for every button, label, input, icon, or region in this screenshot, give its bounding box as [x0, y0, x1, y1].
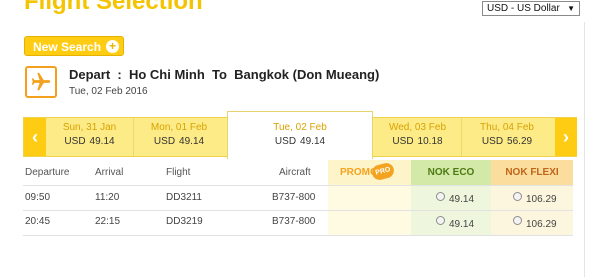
date-label: Thu, 04 Feb	[480, 122, 534, 133]
date-tab-thu-04-feb[interactable]: Thu, 04 Feb USD 56.29	[463, 118, 551, 156]
date-price: USD 10.18	[392, 136, 443, 147]
plus-icon: +	[106, 40, 120, 53]
date-price: USD 56.29	[481, 136, 533, 147]
arrival-time: 22:15	[95, 216, 121, 227]
flight-selection-page: Flight Selection USD - US Dollar ▼ New S…	[0, 0, 600, 277]
row-divider	[23, 210, 573, 211]
header-departure: Departure	[25, 167, 70, 178]
departure-time: 20:45	[25, 216, 51, 227]
header-aircraft: Aircraft	[279, 167, 311, 178]
header-promo: PROMO	[328, 160, 411, 185]
header-arrival: Arrival	[95, 167, 124, 178]
header-nok-eco: NOK ECO	[411, 160, 491, 185]
aircraft-type: B737-800	[272, 192, 316, 203]
dropdown-arrow-icon: ▼	[567, 4, 575, 13]
flight-number: DD3219	[166, 216, 203, 227]
date-label: Tue, 02 Feb	[273, 122, 327, 133]
date-tab-wed-03-feb[interactable]: Wed, 03 Feb USD 10.18	[374, 118, 462, 156]
right-divider	[584, 22, 585, 277]
table-bottom-border	[23, 235, 573, 236]
route-title: Depart : Ho Chi Minh To Bangkok (Don Mue…	[69, 67, 380, 82]
row-divider	[23, 185, 573, 186]
date-tab-mon-01-feb[interactable]: Mon, 01 Feb USD 49.14	[135, 118, 223, 156]
nok-eco-radio[interactable]	[436, 216, 445, 225]
date-tab-sun-31-jan[interactable]: Sun, 31 Jan USD 49.14	[46, 118, 134, 156]
nok-flexi-price: 106.29	[526, 219, 557, 230]
date-label: Sun, 31 Jan	[62, 122, 117, 133]
date-tab-tue-02-feb-selected[interactable]: Tue, 02 Feb USD 49.14	[227, 111, 373, 159]
header-flight: Flight	[166, 167, 191, 178]
nok-flexi-price: 106.29	[526, 194, 557, 205]
aircraft-type: B737-800	[272, 216, 316, 227]
nok-flexi-radio[interactable]	[513, 192, 522, 201]
page-title: Flight Selection	[24, 0, 203, 15]
currency-value: USD - US Dollar	[487, 3, 560, 14]
date-price: USD 49.14	[64, 136, 115, 147]
depart-date: Tue, 02 Feb 2016	[69, 86, 148, 97]
arrival-time: 11:20	[95, 192, 120, 203]
next-dates-chevron-right-icon[interactable]: ›	[555, 118, 577, 156]
date-price: USD 49.14	[274, 136, 326, 147]
nok-flexi-radio[interactable]	[513, 216, 522, 225]
previous-dates-chevron-left-icon[interactable]: ‹	[24, 118, 46, 156]
currency-select[interactable]: USD - US Dollar ▼	[482, 1, 580, 16]
new-search-label: New Search	[33, 40, 102, 54]
date-price: USD 49.14	[153, 136, 205, 147]
nok-eco-price: 49.14	[449, 219, 475, 230]
nok-eco-price: 49.14	[449, 194, 475, 205]
date-label: Mon, 01 Feb	[150, 122, 208, 133]
header-nok-flexi: NOK FLEXI	[491, 160, 573, 185]
flight-number: DD3211	[166, 192, 202, 203]
airplane-icon	[25, 66, 57, 98]
date-label: Wed, 03 Feb	[388, 122, 447, 133]
new-search-button[interactable]: New Search +	[24, 36, 125, 56]
departure-time: 09:50	[25, 192, 51, 203]
nok-eco-radio[interactable]	[436, 192, 445, 201]
